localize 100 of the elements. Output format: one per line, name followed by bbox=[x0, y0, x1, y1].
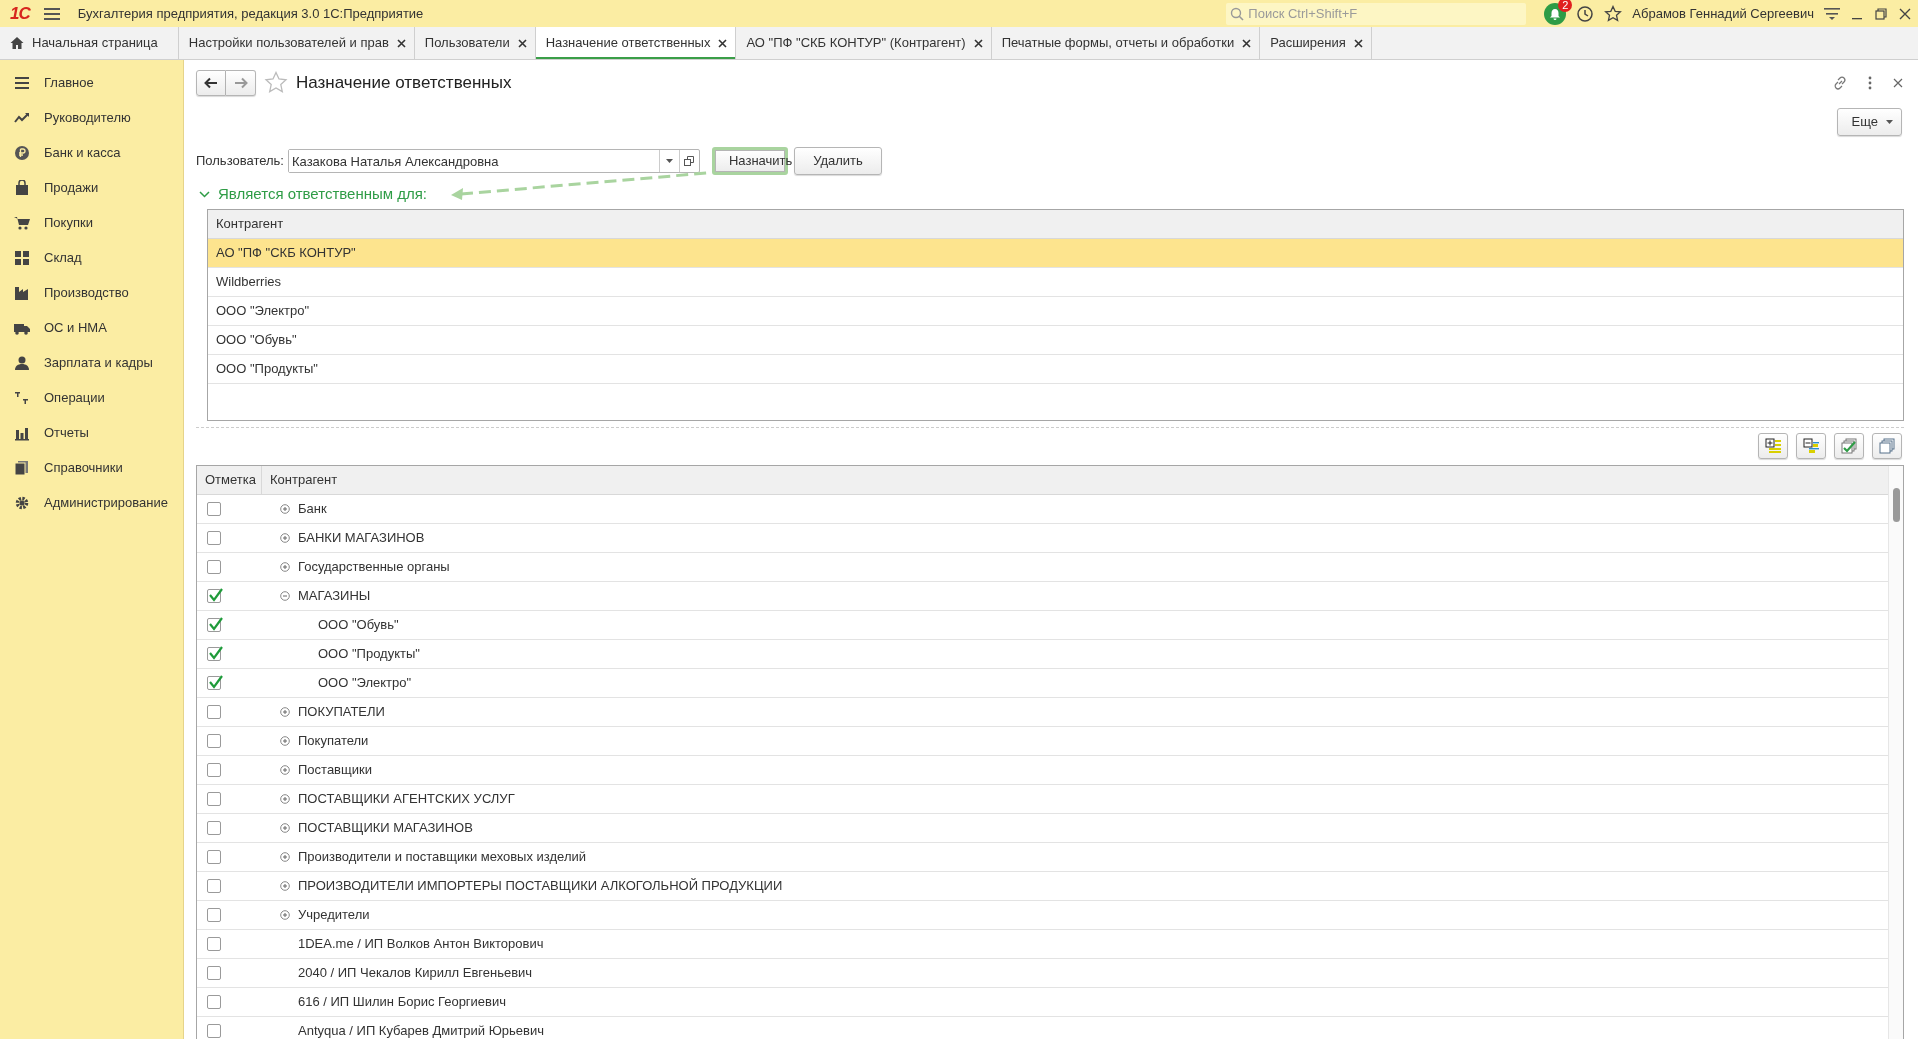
tree-item[interactable]: 616 / ИП Шилин Борис Георгиевич bbox=[298, 991, 507, 1012]
checkbox[interactable] bbox=[207, 588, 221, 603]
table-row[interactable]: ООО "Продукты" bbox=[208, 354, 1903, 384]
checkbox[interactable] bbox=[207, 530, 221, 545]
sidebar-item[interactable]: Зарплата и кадры bbox=[44, 352, 153, 373]
close-icon[interactable] bbox=[1353, 38, 1363, 48]
checkbox[interactable] bbox=[207, 762, 221, 777]
checkbox[interactable] bbox=[207, 733, 221, 748]
sidebar-item[interactable]: Руководителю bbox=[44, 107, 131, 128]
sidebar-item[interactable]: Покупки bbox=[44, 212, 93, 233]
section-title[interactable]: Является ответственным для: bbox=[218, 183, 428, 206]
toolbar-button[interactable] bbox=[1834, 432, 1864, 459]
column-header[interactable]: Контрагент bbox=[208, 213, 284, 234]
sidebar-item[interactable]: Продажи bbox=[44, 177, 99, 198]
more-button[interactable]: Еще bbox=[1836, 108, 1902, 136]
close-icon[interactable] bbox=[396, 38, 406, 48]
notifications-button[interactable] bbox=[1544, 2, 1567, 25]
tree-item[interactable]: ООО "Электро" bbox=[318, 672, 412, 693]
scrollbar[interactable] bbox=[1888, 465, 1903, 1039]
sidebar-item[interactable]: Отчеты bbox=[44, 422, 89, 443]
checkbox[interactable] bbox=[207, 791, 221, 806]
tree-item[interactable]: Учредители bbox=[298, 904, 370, 925]
tree-item[interactable]: ООО "Продукты" bbox=[318, 643, 420, 664]
restore-icon[interactable] bbox=[1874, 6, 1888, 21]
toolbar-button[interactable] bbox=[1872, 432, 1902, 459]
expand-icon[interactable] bbox=[280, 532, 290, 543]
checkbox[interactable] bbox=[207, 646, 221, 661]
tree-item[interactable]: 1DEA.me / ИП Волков Антон Викторович bbox=[298, 933, 544, 954]
tree-item[interactable]: БАНКИ МАГАЗИНОВ bbox=[298, 527, 425, 548]
expand-icon[interactable] bbox=[280, 735, 290, 746]
tree-item[interactable]: Покупатели bbox=[298, 730, 369, 751]
tree-item[interactable]: ПОСТАВЩИКИ АГЕНТСКИХ УСЛУГ bbox=[298, 788, 515, 809]
checkbox[interactable] bbox=[207, 617, 221, 632]
checkbox[interactable] bbox=[207, 878, 221, 893]
user-field[interactable]: Казакова Наталья Александровна bbox=[288, 149, 700, 173]
table-row[interactable]: ООО "Обувь" bbox=[208, 325, 1903, 355]
chevron-down-icon[interactable] bbox=[199, 188, 210, 200]
expand-icon[interactable] bbox=[280, 706, 290, 717]
toolbar-button[interactable] bbox=[1758, 432, 1788, 459]
table-row[interactable]: Wildberries bbox=[208, 267, 1903, 297]
tree-item[interactable]: Банк bbox=[298, 498, 327, 519]
dropdown-icon[interactable] bbox=[666, 159, 673, 163]
table-row[interactable]: АО "ПФ "СКБ КОНТУР" bbox=[208, 238, 1903, 268]
close-icon[interactable] bbox=[1898, 6, 1912, 21]
tree-item[interactable]: Antyqua / ИП Кубарев Дмитрий Юрьевич bbox=[298, 1020, 545, 1039]
checkbox[interactable] bbox=[207, 559, 221, 574]
checkbox[interactable] bbox=[207, 965, 221, 980]
user-name[interactable]: Абрамов Геннадий Сергеевич bbox=[1632, 3, 1814, 24]
menu-icon[interactable] bbox=[1824, 6, 1840, 21]
close-icon[interactable] bbox=[517, 38, 527, 48]
tree-item[interactable]: ООО "Обувь" bbox=[318, 614, 399, 635]
column-header[interactable]: Контрагент bbox=[262, 469, 338, 490]
close-icon[interactable] bbox=[1892, 77, 1904, 89]
checkbox[interactable] bbox=[207, 704, 221, 719]
toolbar-button[interactable] bbox=[1796, 432, 1826, 459]
tree-item[interactable]: ПОКУПАТЕЛИ bbox=[298, 701, 385, 722]
checkbox[interactable] bbox=[207, 849, 221, 864]
menu-icon[interactable] bbox=[43, 6, 60, 21]
tab[interactable]: Назначение ответственных bbox=[535, 27, 737, 59]
expand-icon[interactable] bbox=[280, 793, 290, 804]
close-icon[interactable] bbox=[973, 38, 983, 48]
star-icon[interactable] bbox=[1604, 4, 1623, 23]
action-button[interactable]: Удалить bbox=[794, 147, 882, 175]
expand-icon[interactable] bbox=[280, 909, 290, 920]
sidebar-item[interactable]: Банк и касса bbox=[44, 142, 121, 163]
checkbox[interactable] bbox=[207, 994, 221, 1009]
search-field[interactable]: Поиск Ctrl+Shift+F bbox=[1226, 2, 1527, 25]
more-icon[interactable] bbox=[1868, 76, 1872, 90]
close-icon[interactable] bbox=[1242, 38, 1252, 48]
checkbox[interactable] bbox=[207, 820, 221, 835]
star-icon[interactable] bbox=[264, 71, 288, 95]
sidebar-item[interactable]: Операции bbox=[44, 387, 105, 408]
checkbox[interactable] bbox=[207, 1023, 221, 1038]
tree-item[interactable]: ПРОИЗВОДИТЕЛИ ИМПОРТЕРЫ ПОСТАВЩИКИ АЛКОГОЛЬНОЙ ПРОДУКЦИИ bbox=[298, 875, 783, 896]
history-icon[interactable] bbox=[1576, 4, 1595, 23]
tree-item[interactable]: Производители и поставщики меховых изделий bbox=[298, 846, 586, 867]
sidebar-item[interactable]: Справочники bbox=[44, 457, 123, 478]
back-button[interactable] bbox=[196, 70, 226, 96]
link-icon[interactable] bbox=[1832, 75, 1848, 91]
scrollbar-thumb[interactable] bbox=[1893, 487, 1900, 522]
tree-item[interactable]: 2040 / ИП Чекалов Кирилл Евгеньевич bbox=[298, 962, 533, 983]
sidebar-item[interactable]: Склад bbox=[44, 247, 82, 268]
open-icon[interactable] bbox=[684, 156, 695, 166]
checkbox[interactable] bbox=[207, 907, 221, 922]
tree-item[interactable]: МАГАЗИНЫ bbox=[298, 585, 371, 606]
tree-item[interactable]: ПОСТАВЩИКИ МАГАЗИНОВ bbox=[298, 817, 473, 838]
table-row[interactable]: ООО "Электро" bbox=[208, 296, 1903, 326]
sidebar-item[interactable]: Главное bbox=[44, 72, 94, 93]
tree-item[interactable]: Поставщики bbox=[298, 759, 372, 780]
collapse-icon[interactable] bbox=[280, 590, 290, 601]
expand-icon[interactable] bbox=[280, 503, 290, 514]
close-icon[interactable] bbox=[718, 38, 728, 48]
expand-icon[interactable] bbox=[280, 880, 290, 891]
sidebar-item[interactable]: Производство bbox=[44, 282, 129, 303]
expand-icon[interactable] bbox=[280, 561, 290, 572]
expand-icon[interactable] bbox=[280, 851, 290, 862]
expand-icon[interactable] bbox=[280, 822, 290, 833]
sidebar-item[interactable]: ОС и НМА bbox=[44, 317, 107, 338]
checkbox[interactable] bbox=[207, 675, 221, 690]
checkbox[interactable] bbox=[207, 501, 221, 516]
